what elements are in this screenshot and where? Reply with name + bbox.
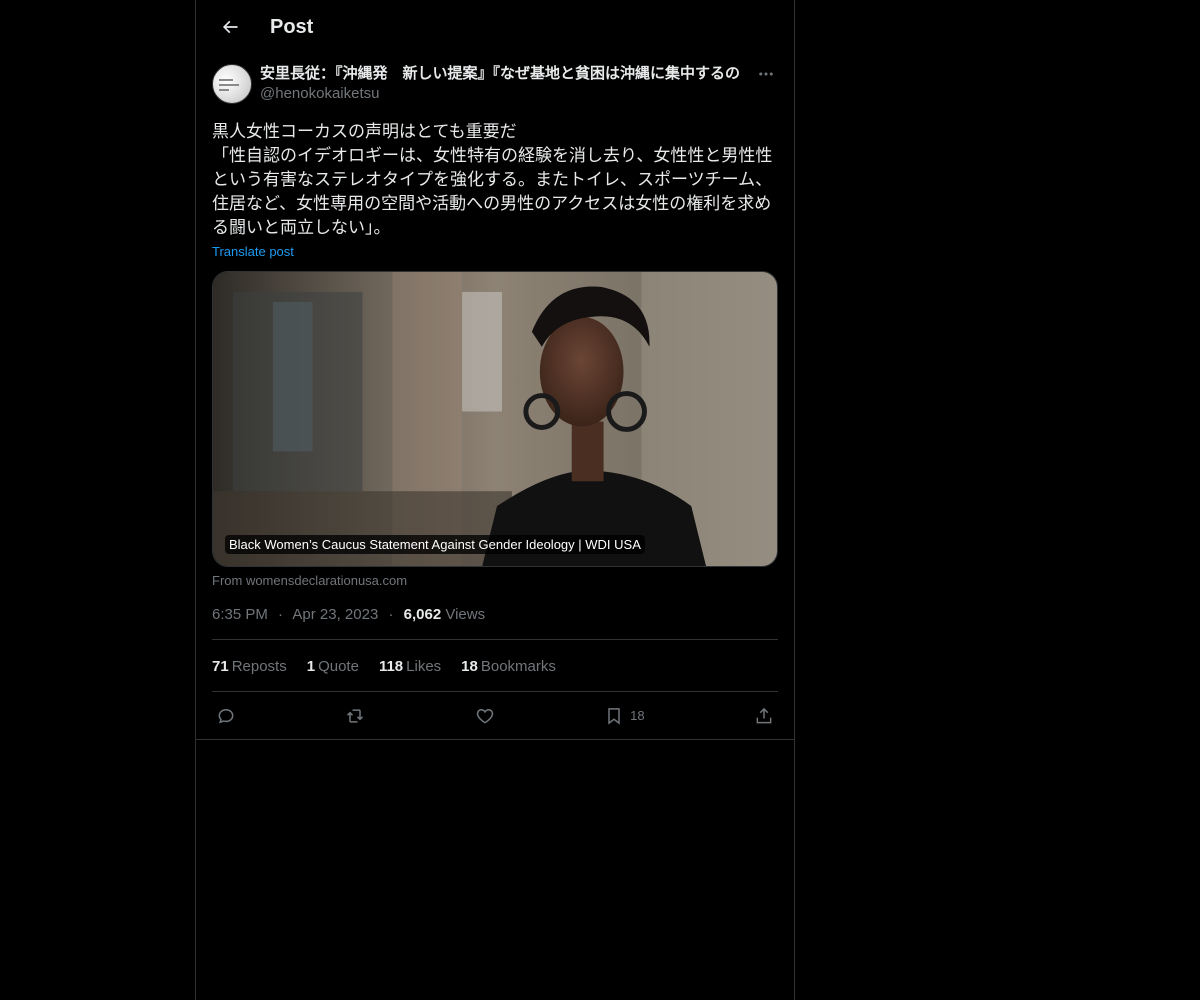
- quotes-count: 1: [306, 658, 316, 675]
- arrow-left-icon: [222, 20, 238, 34]
- bookmark-icon: [608, 707, 620, 725]
- reposts-label: Reposts: [231, 658, 287, 675]
- bookmarks-label: Bookmarks: [480, 658, 556, 675]
- reposts-stat[interactable]: 71 Reposts: [212, 658, 287, 675]
- card-source[interactable]: From womensdeclarationusa.com: [212, 573, 778, 588]
- author-row: 安里長従：『沖縄発 新しい提案』『なぜ基地と貧困は沖縄に集中するの @henok…: [212, 54, 778, 104]
- post-date[interactable]: Apr 23, 2023: [292, 606, 378, 623]
- quotes-label: Quote: [318, 658, 359, 675]
- bookmarks-stat[interactable]: 18 Bookmarks: [461, 658, 556, 675]
- more-horizontal-icon: [759, 72, 773, 76]
- meta-separator: ·: [388, 606, 394, 623]
- post-stats: 71 Reposts 1 Quote 118 Likes 18 Bookmarks: [212, 640, 778, 692]
- translate-post-link[interactable]: Translate post: [212, 244, 294, 259]
- likes-label: Likes: [406, 658, 442, 675]
- bookmark-button[interactable]: 18: [604, 706, 645, 726]
- reply-icon: [218, 708, 234, 723]
- card-image: [213, 272, 777, 566]
- bookmark-action-count: 18: [630, 708, 645, 723]
- back-button[interactable]: [212, 9, 248, 45]
- action-bar: 18: [196, 692, 794, 740]
- heart-icon: [476, 708, 493, 724]
- author-info: 安里長従：『沖縄発 新しい提案』『なぜ基地と貧困は沖縄に集中するの @henok…: [260, 64, 754, 104]
- page-header: Post: [196, 0, 794, 54]
- quotes-stat[interactable]: 1 Quote: [307, 658, 359, 675]
- page-title: Post: [270, 15, 314, 38]
- post-meta: 6:35 PM · Apr 23, 2023 · 6,062 Views: [212, 606, 778, 640]
- more-button[interactable]: [754, 62, 778, 86]
- post-time[interactable]: 6:35 PM: [212, 606, 268, 623]
- repost-icon: [347, 708, 364, 723]
- reply-button[interactable]: [216, 706, 236, 726]
- repost-button[interactable]: [345, 706, 365, 726]
- meta-separator: ·: [278, 606, 284, 623]
- author-display-name[interactable]: 安里長従：『沖縄発 新しい提案』『なぜ基地と貧困は沖縄に集中するの: [260, 64, 752, 84]
- link-card[interactable]: Black Women’s Caucus Statement Against G…: [212, 271, 778, 567]
- card-caption: Black Women’s Caucus Statement Against G…: [225, 535, 645, 554]
- reposts-count: 71: [212, 658, 229, 675]
- bookmarks-count: 18: [461, 658, 478, 675]
- likes-count: 118: [378, 658, 404, 675]
- likes-stat[interactable]: 118 Likes: [379, 658, 441, 675]
- like-button[interactable]: [475, 706, 495, 726]
- avatar[interactable]: [212, 64, 252, 104]
- views-count: 6,062: [403, 606, 442, 623]
- post: 安里長従：『沖縄発 新しい提案』『なぜ基地と貧困は沖縄に集中するの @henok…: [196, 54, 794, 740]
- author-handle[interactable]: @henokokaiketsu: [260, 84, 754, 104]
- post-text: 黒人女性コーカスの声明はとても重要だ 「性自認のイデオロギーは、女性特有の経験を…: [212, 122, 773, 238]
- views-label: Views: [445, 606, 486, 623]
- main-column: Post 安里長従：『沖縄発 新しい提案』『なぜ基地と貧困は沖縄に集中するの @…: [195, 0, 795, 1000]
- share-button[interactable]: [754, 706, 774, 726]
- share-icon: [756, 707, 772, 723]
